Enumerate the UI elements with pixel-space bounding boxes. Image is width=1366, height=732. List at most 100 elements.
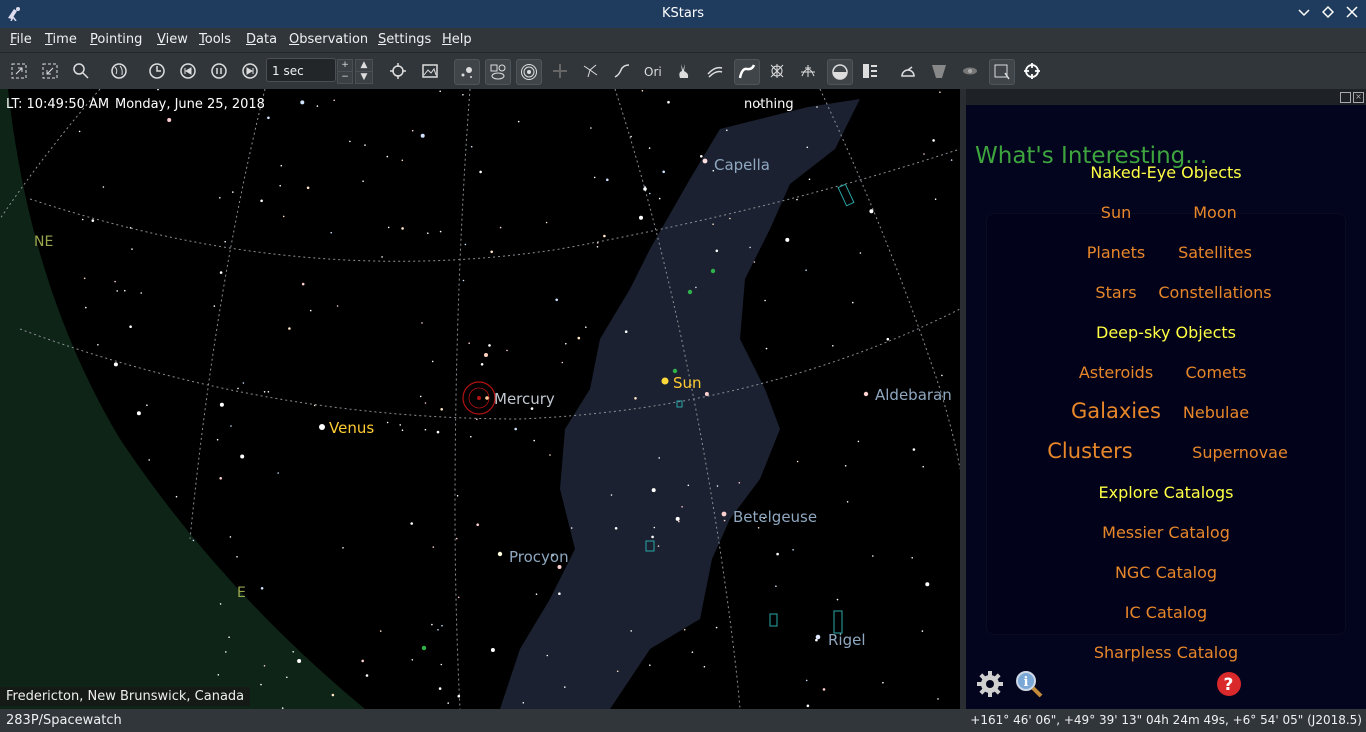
toggle-equatorial-grid-button[interactable] [734, 59, 760, 85]
menu-view[interactable]: View [157, 32, 188, 47]
menu-help[interactable]: Help [442, 32, 472, 47]
venus-label[interactable]: Venus [329, 419, 374, 437]
center-telescope-button[interactable] [386, 59, 410, 83]
bright-star[interactable] [863, 391, 869, 397]
catalog-messier[interactable]: Messier Catalog [1102, 523, 1230, 542]
settings-gear-icon[interactable] [975, 669, 1005, 699]
category-nebulae[interactable]: Nebulae [1183, 403, 1249, 422]
float-dock-icon[interactable] [1340, 92, 1351, 103]
catalog-ic[interactable]: IC Catalog [1125, 603, 1207, 622]
sky-map[interactable]: LT: 10:49:50 AM Monday, June 25, 2018 no… [0, 89, 960, 709]
venus-planet[interactable] [319, 424, 325, 430]
toggle-milky-way-button[interactable] [703, 59, 727, 83]
pause-button[interactable] [207, 59, 231, 83]
menu-file[interactable]: File [10, 32, 32, 47]
bright-star[interactable] [643, 187, 647, 191]
star [757, 527, 760, 529]
open-cluster[interactable] [421, 645, 427, 651]
help-icon[interactable]: ? [1216, 671, 1242, 697]
step-backward-button[interactable] [176, 59, 200, 83]
menu-data[interactable]: Data [246, 32, 277, 47]
menu-settings[interactable]: Settings [378, 32, 431, 47]
open-cluster[interactable] [672, 368, 678, 374]
star [401, 227, 404, 230]
open-cluster[interactable] [687, 289, 693, 295]
toggle-ecliptic-button[interactable] [796, 59, 820, 83]
category-asteroids[interactable]: Asteroids [1079, 363, 1153, 382]
menu-time[interactable]: Time [45, 32, 77, 47]
category-comets[interactable]: Comets [1186, 363, 1247, 382]
rigel-label[interactable]: Rigel [828, 631, 866, 649]
category-moon[interactable]: Moon [1193, 203, 1237, 222]
procyon-label[interactable]: Procyon [509, 548, 569, 566]
betelgeuse-label[interactable]: Betelgeuse [733, 508, 817, 526]
capella-label[interactable]: Capella [714, 156, 770, 174]
catalog-ngc[interactable]: NGC Catalog [1115, 563, 1217, 582]
sun-label[interactable]: Sun [673, 374, 702, 392]
category-clusters[interactable]: Clusters [1047, 439, 1132, 463]
maximize-button[interactable] [1318, 4, 1338, 24]
mercury-planet[interactable] [485, 396, 489, 400]
bright-star[interactable] [484, 353, 488, 357]
category-supernovae[interactable]: Supernovae [1192, 443, 1288, 462]
catalog-sharpless[interactable]: Sharpless Catalog [1094, 643, 1238, 662]
sky-canvas[interactable] [0, 89, 960, 709]
mercury-target-marker[interactable] [462, 381, 496, 415]
toggle-hips-button[interactable] [858, 59, 882, 83]
zoom-in-button[interactable] [7, 59, 31, 83]
geographic-button[interactable] [107, 59, 131, 83]
category-planets[interactable]: Planets [1087, 243, 1146, 262]
toggle-deep-sky-button[interactable] [485, 59, 511, 85]
track-object-button[interactable] [1020, 59, 1044, 83]
menu-observation[interactable]: Observation [289, 32, 368, 47]
deep-sky-heading[interactable]: Deep-sky Objects [1096, 323, 1236, 342]
bright-star[interactable] [721, 511, 727, 517]
toggle-fov-button[interactable] [927, 59, 951, 83]
fits-viewer-button[interactable] [418, 59, 442, 83]
time-step-spinbox[interactable]: 1 sec [266, 58, 336, 82]
category-sun[interactable]: Sun [1101, 203, 1131, 222]
mercury-label[interactable]: Mercury [494, 390, 555, 408]
time-unit-down-button[interactable]: ▼ [355, 71, 373, 84]
bright-star[interactable] [497, 551, 503, 557]
step-forward-button[interactable] [238, 59, 262, 83]
toggle-stars-button[interactable] [454, 59, 480, 85]
minimize-button[interactable] [1294, 4, 1314, 24]
toggle-solar-system-button[interactable] [516, 59, 542, 85]
toggle-equipment-button[interactable] [896, 59, 920, 83]
rabbit-icon [679, 64, 689, 78]
star [662, 170, 665, 174]
menu-tools[interactable]: Tools [199, 32, 231, 47]
set-time-button[interactable] [145, 59, 169, 83]
category-stars[interactable]: Stars [1095, 283, 1136, 302]
open-cluster[interactable] [710, 268, 716, 274]
zoom-out-button[interactable] [38, 59, 62, 83]
close-button[interactable] [1342, 4, 1362, 24]
star [379, 630, 382, 632]
category-satellites[interactable]: Satellites [1178, 243, 1252, 262]
toggle-constellation-art-button[interactable] [672, 59, 696, 83]
aldebaran-label[interactable]: Aldebaran [875, 386, 952, 404]
select-region-button[interactable] [989, 59, 1015, 85]
naked-eye-heading[interactable]: Naked-Eye Objects [1090, 163, 1241, 182]
toggle-horizontal-grid-button[interactable] [765, 59, 789, 83]
category-galaxies[interactable]: Galaxies [1071, 399, 1161, 423]
toggle-supernovae-button[interactable] [548, 59, 572, 83]
menu-pointing[interactable]: Pointing [90, 32, 142, 47]
explore-catalogs-heading[interactable]: Explore Catalogs [1099, 483, 1234, 502]
toggle-constellation-lines-button[interactable] [579, 59, 603, 83]
toggle-sky-view-button[interactable] [958, 59, 982, 83]
info-search-icon[interactable]: i [1014, 669, 1044, 699]
find-object-button[interactable] [69, 59, 93, 83]
close-dock-icon[interactable]: × [1353, 92, 1364, 103]
clock-icon [149, 63, 165, 79]
bright-star[interactable] [702, 158, 708, 164]
category-constellations[interactable]: Constellations [1158, 283, 1271, 302]
toggle-constellation-boundaries-button[interactable] [610, 59, 634, 83]
time-step-down-button[interactable]: − [337, 71, 353, 84]
toggle-constellation-names-button[interactable]: Ori [641, 59, 665, 83]
bright-star[interactable] [815, 634, 821, 640]
star [653, 526, 656, 529]
toggle-ground-button[interactable] [827, 59, 853, 85]
sun-object[interactable] [661, 377, 669, 385]
